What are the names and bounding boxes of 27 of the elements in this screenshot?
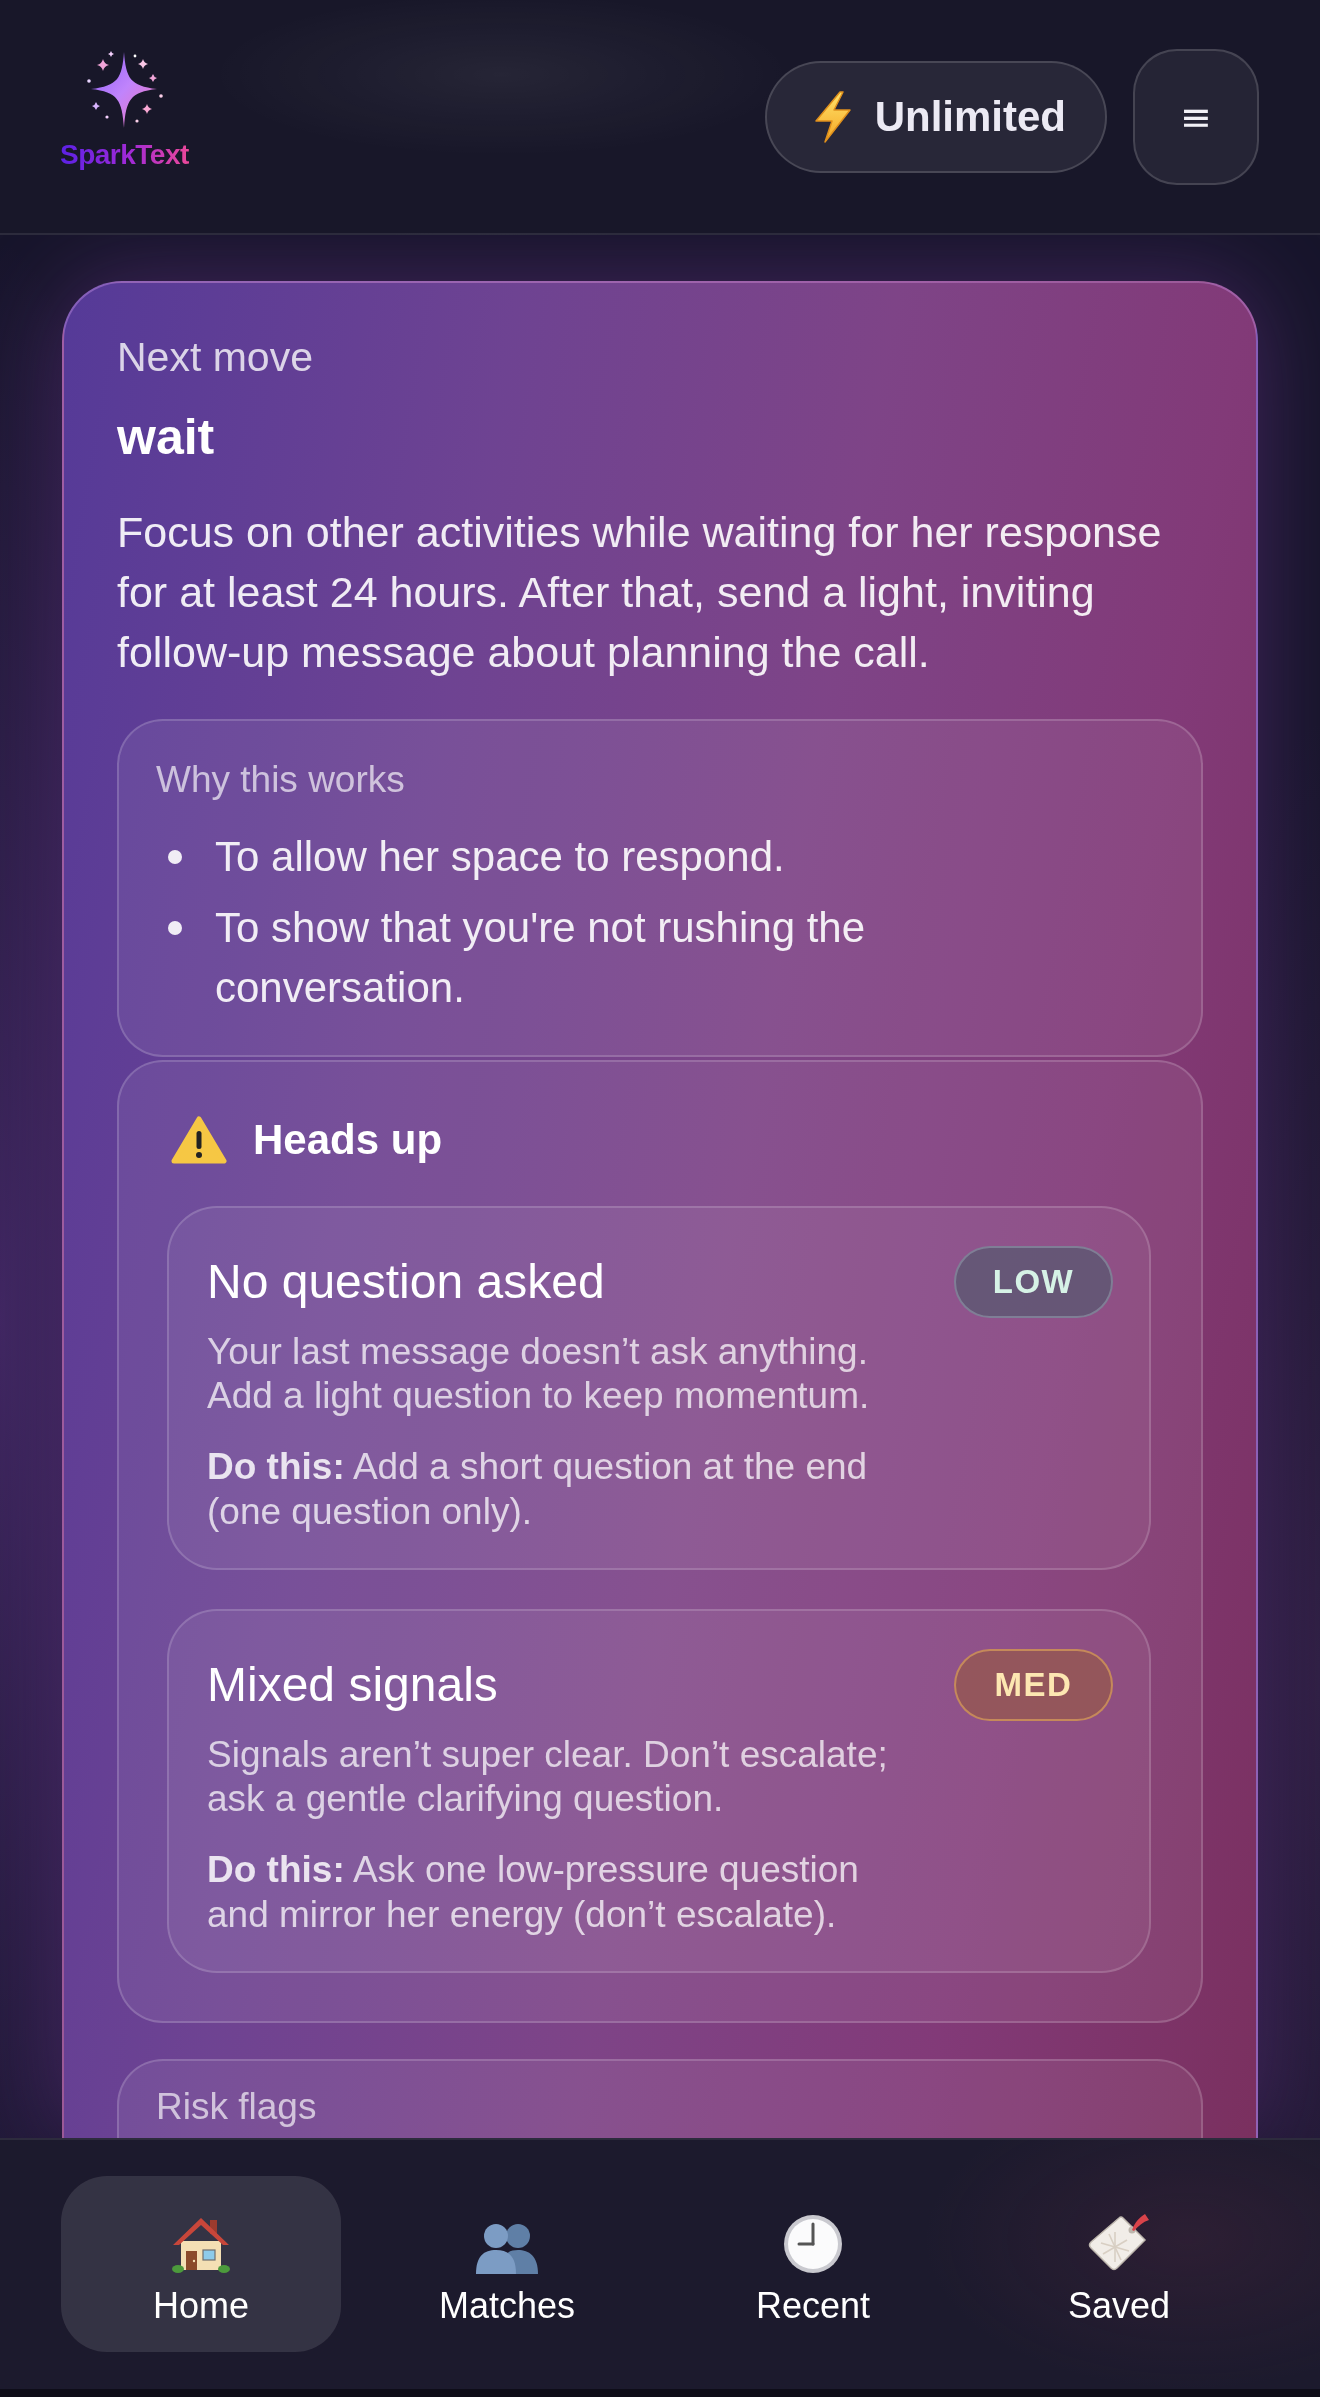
lightning-icon xyxy=(812,90,853,143)
next-move-title: wait xyxy=(117,408,216,467)
issue-advice: Do this: Add a short question at the end (one question only). xyxy=(207,1445,869,1534)
plan-button[interactable]: Unlimited xyxy=(764,60,1107,173)
severity-badge: MED xyxy=(954,1649,1113,1721)
panel-label: Why this works xyxy=(156,758,406,802)
issue-title: Mixed signals xyxy=(207,1657,498,1713)
issue-title: No question asked xyxy=(207,1254,605,1310)
warning-icon xyxy=(171,1116,227,1164)
clock-icon xyxy=(783,2214,843,2274)
panel-label: Risk flags xyxy=(156,2089,318,2125)
bullet-text: To allow her space to respond. xyxy=(215,832,785,882)
bullet-icon xyxy=(168,850,182,864)
next-move-description: Focus on other activities while waiting for her response for at least 24 hours. After that, send a light, inviting follow-up message about planning the call. xyxy=(117,507,1163,678)
nav-tab[interactable]: Matches xyxy=(367,2176,647,2352)
bullet-text: To show that you're not rushing the conversation. xyxy=(215,903,867,1013)
bullet-icon xyxy=(168,921,182,935)
issue-advice: Do this: Ask one low-pressure question and mirror her energy (don’t escalate). xyxy=(207,1848,860,1937)
nav-tab[interactable]: Saved xyxy=(979,2176,1259,2352)
nav-tab[interactable]: Recent xyxy=(673,2176,953,2352)
nav-tab[interactable]: Home xyxy=(61,2176,341,2352)
issue-description: Your last message doesn’t ask anything. Add a light question to keep momentum. xyxy=(207,1330,871,1418)
severity-badge: LOW xyxy=(954,1246,1113,1318)
issue-description: Signals aren’t super clear. Don’t escalate; ask a gentle clarifying question. xyxy=(207,1733,889,1821)
panel-title: Heads up xyxy=(253,1115,443,1165)
section-label: Next move xyxy=(117,333,314,381)
menu-button[interactable]: ≡ xyxy=(1133,48,1259,185)
